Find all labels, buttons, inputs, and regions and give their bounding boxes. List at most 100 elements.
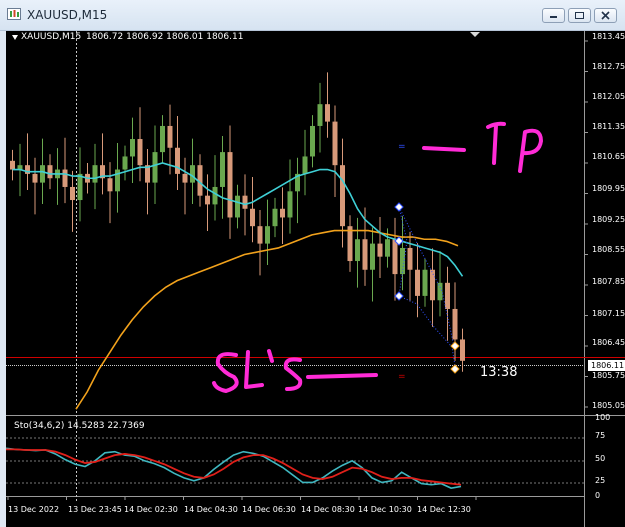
- chart-window: XAUUSD,M15 = = XAUUSD,M15 1806.72 1806.9…: [0, 0, 625, 527]
- bull-candle: [220, 152, 225, 187]
- price-label: 1812.05: [592, 92, 625, 101]
- price-label: 1807.85: [592, 277, 625, 286]
- chart-area[interactable]: = = XAUUSD,M15 1806.72 1806.92 1806.01 1…: [6, 31, 625, 527]
- bear-candle: [47, 165, 53, 179]
- close-icon: [601, 11, 610, 20]
- bear-candle: [32, 173, 38, 183]
- stoch-level-label: 50: [595, 454, 606, 463]
- bear-candle: [107, 178, 113, 192]
- price-label: 1813.45: [592, 32, 625, 41]
- bull-candle: [40, 165, 45, 183]
- current-price-badge: 1806.11: [588, 360, 625, 371]
- bear-candle: [392, 239, 398, 275]
- minimize-button[interactable]: [542, 8, 565, 23]
- bear-candle: [10, 160, 15, 170]
- bear-candle: [167, 125, 173, 148]
- bear-candle: [250, 208, 255, 227]
- stoch-level-label: 75: [595, 431, 606, 440]
- bear-candle: [332, 121, 338, 166]
- time-label: 14 Dec 10:30: [358, 505, 412, 514]
- price-label: 1809.95: [592, 184, 625, 193]
- bear-candle: [205, 195, 210, 205]
- bear-candle: [182, 173, 188, 183]
- bear-candle: [430, 269, 435, 301]
- bar-countdown: 13:38: [480, 365, 518, 380]
- time-label: 14 Dec 06:30: [242, 505, 296, 514]
- trade-marker[interactable]: [394, 291, 404, 301]
- bull-candle: [422, 269, 428, 296]
- bear-candle: [377, 243, 383, 257]
- bull-candle: [310, 125, 315, 157]
- bull-candle: [212, 186, 218, 205]
- bull-candle: [122, 156, 128, 170]
- svg-text:=: =: [398, 372, 406, 382]
- chart-symbol: XAUUSD,M15: [21, 32, 82, 42]
- trade-marker[interactable]: [450, 364, 460, 374]
- bear-candle: [70, 186, 75, 201]
- bear-candle: [325, 104, 330, 122]
- ohlc-values: 1806.72 1806.92 1806.01 1806.11: [86, 32, 244, 42]
- bull-candle: [265, 226, 270, 244]
- close-button[interactable]: [594, 8, 617, 23]
- price-label: 1812.75: [592, 62, 625, 71]
- stoch-main-line: [6, 447, 462, 489]
- bear-candle: [347, 226, 353, 262]
- bear-candle: [25, 165, 30, 174]
- trade-marker[interactable]: [450, 341, 460, 351]
- chart-canvas: = =: [6, 31, 625, 527]
- bear-candle: [452, 308, 458, 340]
- price-label: 1806.45: [592, 338, 625, 347]
- stoch-level-label: 25: [595, 476, 606, 485]
- bull-candle: [77, 173, 83, 201]
- window-title: XAUUSD,M15: [27, 8, 108, 22]
- maximize-button[interactable]: [568, 8, 591, 23]
- bear-candle: [280, 208, 285, 218]
- chart-shift-marker[interactable]: [470, 32, 480, 37]
- trade-marker[interactable]: [394, 202, 404, 212]
- bear-candle: [415, 269, 420, 296]
- stochastic-label: Sto(34,6,2) 14.5283 22.7369: [14, 421, 145, 431]
- bear-candle: [242, 195, 248, 209]
- annotation-tp: [422, 121, 543, 173]
- bull-candle: [152, 152, 158, 183]
- bull-candle: [400, 247, 405, 275]
- bull-candle: [355, 239, 360, 262]
- bear-candle: [445, 282, 450, 309]
- price-label: 1807.15: [592, 309, 625, 318]
- price-label: 1805.05: [592, 401, 625, 410]
- price-label: 1811.35: [592, 122, 625, 131]
- stoch-level-label: 0: [595, 491, 601, 500]
- minimize-icon: [550, 16, 557, 18]
- price-label: 1809.25: [592, 215, 625, 224]
- price-label: 1808.55: [592, 245, 625, 254]
- bull-candle: [302, 156, 308, 174]
- bull-candle: [272, 208, 278, 227]
- bull-candle: [437, 282, 443, 301]
- collapse-arrow-icon[interactable]: [12, 35, 18, 40]
- bear-candle: [407, 247, 413, 270]
- time-label: 14 Dec 08:30: [301, 505, 355, 514]
- bull-candle: [190, 165, 195, 183]
- maximize-icon: [575, 12, 584, 19]
- time-label: 14 Dec 12:30: [417, 505, 471, 514]
- bull-candle: [130, 139, 135, 157]
- bear-candle: [227, 152, 233, 218]
- chart-icon: [7, 8, 21, 20]
- bull-candle: [317, 104, 323, 126]
- time-label: 13 Dec 23:45: [68, 505, 122, 514]
- time-label: 14 Dec 02:30: [124, 505, 178, 514]
- bear-candle: [257, 226, 263, 244]
- bull-candle: [160, 125, 165, 153]
- candles: [10, 72, 465, 372]
- bull-candle: [92, 165, 98, 183]
- bear-candle: [175, 147, 180, 174]
- bull-candle: [385, 239, 390, 257]
- price-label: 1805.75: [592, 371, 625, 380]
- bear-candle: [137, 139, 143, 166]
- bear-candle: [362, 239, 368, 270]
- title-bar[interactable]: XAUUSD,M15: [0, 0, 625, 31]
- price-label: 1810.65: [592, 152, 625, 161]
- bull-candle: [370, 243, 375, 270]
- stoch-level-label: 100: [595, 413, 611, 422]
- bear-candle: [62, 169, 68, 187]
